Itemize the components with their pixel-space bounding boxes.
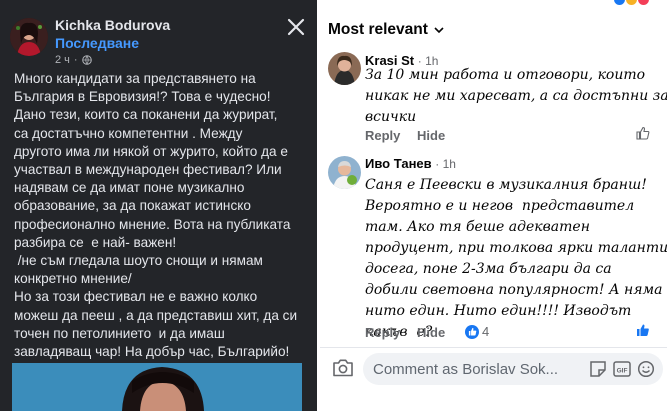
facebook-post: Kichka Bodurova Последване 2 ч · Много к… xyxy=(0,0,317,411)
gif-label: GIF xyxy=(617,368,628,375)
comment-line: досега, поне 2-3ма българи да са xyxy=(365,261,612,277)
post-line: завладяващ чар! На добър час, Българийо! xyxy=(14,344,290,360)
hide-button[interactable]: Hide xyxy=(417,325,445,340)
comment-text: Саня е Пеевски в музикалния бранш! Вероя… xyxy=(365,175,667,343)
comment-line: никак не ми харесват, а са достъпни за xyxy=(365,88,667,104)
author-avatar[interactable] xyxy=(10,18,48,56)
comment-line: всички xyxy=(365,109,417,125)
like-reaction-icon xyxy=(465,324,479,339)
post-line: Но за този фестивал не е важно колко xyxy=(14,289,258,305)
post-line: Дано тези, които са поканени да журират, xyxy=(14,107,278,123)
comments-panel: Most relevant Krasi St · 1h За 10 мин ра… xyxy=(320,0,667,411)
comment-line: продуцент, при толкова ярки таланти, xyxy=(365,240,667,256)
input-icons: GIF xyxy=(589,360,655,378)
post-line: надявам се да имат поне музикално xyxy=(14,180,245,196)
emoji-icon[interactable] xyxy=(637,360,655,378)
comment-line: там. Ако тя беше адекватен xyxy=(365,219,590,235)
post-line: образование, за да покажат истинско xyxy=(14,198,251,214)
hide-button[interactable]: Hide xyxy=(417,128,445,143)
comment-author[interactable]: Иво Танев · 1h xyxy=(365,156,456,171)
comment-line: добили световна популярност! А няма xyxy=(365,282,663,298)
commenter-avatar[interactable] xyxy=(328,156,361,189)
comment-line: какъв е? xyxy=(365,324,433,340)
post-line: /не съм гледала шоуто снощи и нямам xyxy=(14,253,263,269)
post-line: конкретно мнение/ xyxy=(14,271,132,287)
comment-text: За 10 мин работа и отговори, които никак… xyxy=(365,65,667,128)
reply-button[interactable]: Reply xyxy=(365,128,400,143)
post-line: разбира се е най- важен! xyxy=(14,234,177,250)
comment-composer: Comment as Borislav Sok... GIF xyxy=(320,347,667,411)
post-line: участвал в международен фестивал? Или xyxy=(14,162,282,178)
comment-line: За 10 мин работа и отговори, които xyxy=(365,67,646,83)
sort-label: Most relevant xyxy=(328,21,428,38)
post-line: можеш да пееш , а да представиш хит, да … xyxy=(14,307,298,323)
globe-icon xyxy=(81,55,92,65)
author-name[interactable]: Kichka Bodurova xyxy=(55,17,170,33)
timestamp-text: 2 ч xyxy=(55,54,70,66)
post-line: са достатъчно компетентни . Между xyxy=(14,125,243,141)
close-icon[interactable] xyxy=(284,15,308,39)
post-line: другото има ли някой от журито, който да… xyxy=(14,143,288,159)
comment-input[interactable]: Comment as Borislav Sok... GIF xyxy=(363,353,663,385)
sticker-icon[interactable] xyxy=(589,360,607,378)
reply-button[interactable]: Reply xyxy=(365,325,400,340)
top-reaction-strip xyxy=(320,0,667,6)
comment-line: Вероятно е и негов представител xyxy=(365,198,635,214)
like-icon[interactable] xyxy=(636,126,650,140)
reaction-count-text: 4 xyxy=(482,324,490,339)
post-line: професионално мнение. Вота на публиката xyxy=(14,216,291,232)
comment-time: 1h xyxy=(442,157,456,171)
post-line: България в Евровизия!? Това е чудесно! xyxy=(14,89,271,105)
commenter-avatar[interactable] xyxy=(328,52,361,85)
sort-dropdown[interactable]: Most relevant xyxy=(328,21,444,39)
post-timestamp: 2 ч · xyxy=(55,54,92,66)
like-icon[interactable] xyxy=(636,323,650,337)
reaction-icons xyxy=(614,0,649,5)
post-line: точен по петолинието и да имаш xyxy=(14,325,225,341)
comment-line: нито един. Нито един!!!! Изводът xyxy=(365,303,632,319)
comment-placeholder: Comment as Borislav Sok... xyxy=(373,360,559,378)
gif-icon[interactable]: GIF xyxy=(613,360,631,378)
post-line: Много кандидати за представянето на xyxy=(14,71,256,86)
post-image[interactable] xyxy=(12,363,302,411)
post-text: Много кандидати за представянето на Бълг… xyxy=(14,70,312,361)
reaction-count[interactable]: 4 xyxy=(465,324,489,339)
chevron-down-icon xyxy=(434,26,444,33)
comment-line: Саня е Пеевски в музикалния бранш! xyxy=(365,177,647,193)
camera-icon[interactable] xyxy=(332,358,354,378)
follow-button[interactable]: Последване xyxy=(55,35,139,51)
